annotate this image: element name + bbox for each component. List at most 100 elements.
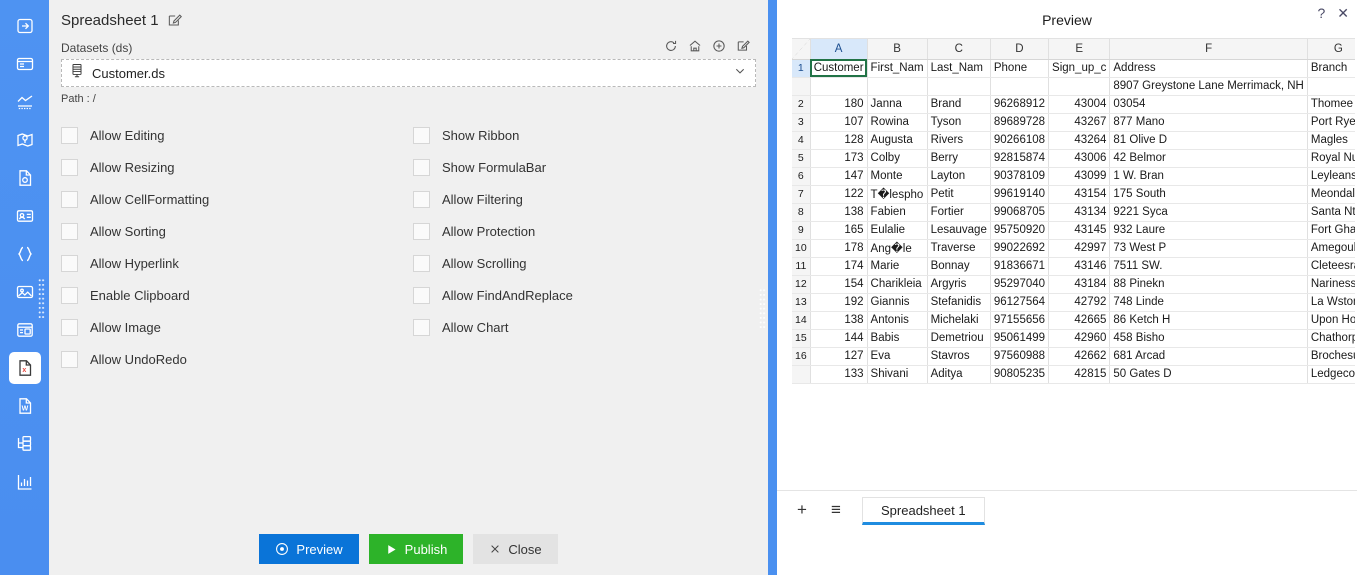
checkbox-allow-hyperlink[interactable] bbox=[61, 254, 78, 272]
column-header-c[interactable]: C bbox=[927, 39, 991, 60]
table-row[interactable]: 10 178 Ang�le Traverse 99022692 42997 73 West … bbox=[792, 239, 1355, 258]
cell-e5[interactable]: 43006 bbox=[1048, 149, 1111, 168]
row-header[interactable]: 11 bbox=[792, 257, 811, 276]
spreadsheet-grid[interactable]: A B C D E F G H I 1 bbox=[792, 38, 1355, 490]
option-show-formulabar[interactable]: Show FormulaBar bbox=[413, 151, 765, 183]
cell-g13[interactable]: La Wstonc bbox=[1307, 293, 1355, 312]
sidebar-item-dashboard-icon[interactable] bbox=[9, 48, 41, 80]
select-all-corner[interactable] bbox=[792, 39, 811, 60]
checkbox-enable-clipboard[interactable] bbox=[61, 286, 78, 304]
cell-e17[interactable]: 42815 bbox=[1048, 365, 1111, 384]
cell-c3[interactable]: Tyson bbox=[927, 113, 991, 132]
cell-d2[interactable]: 96268912 bbox=[990, 95, 1050, 114]
refresh-icon[interactable] bbox=[664, 39, 678, 53]
preview-button[interactable]: Preview bbox=[259, 534, 359, 564]
cell-a-tall[interactable] bbox=[810, 77, 868, 96]
option-allow-editing[interactable]: Allow Editing bbox=[61, 119, 413, 151]
publish-button[interactable]: Publish bbox=[368, 534, 464, 564]
table-row[interactable]: 1 Customer First_Nam Last_Nam Phone Sign… bbox=[792, 59, 1355, 78]
cell-e10[interactable]: 42997 bbox=[1048, 239, 1111, 258]
cell-g3[interactable]: Port Ryeli bbox=[1307, 113, 1355, 132]
cell-f1[interactable]: Address bbox=[1109, 59, 1308, 78]
cell-g12[interactable]: Narinessh bbox=[1307, 275, 1355, 294]
sidebar-item-card-icon[interactable] bbox=[9, 200, 41, 232]
option-allow-hyperlink[interactable]: Allow Hyperlink bbox=[61, 247, 413, 279]
column-header-d[interactable]: D bbox=[990, 39, 1050, 60]
cell-f9[interactable]: 932 Laure bbox=[1109, 221, 1308, 240]
row-header[interactable]: 5 bbox=[792, 149, 811, 168]
cell-c-tall[interactable] bbox=[927, 77, 991, 96]
option-enable-clipboard[interactable]: Enable Clipboard bbox=[61, 279, 413, 311]
cell-g11[interactable]: Cleteesrac bbox=[1307, 257, 1355, 276]
cell-d7[interactable]: 99619140 bbox=[990, 185, 1050, 204]
cell-a5[interactable]: 173 bbox=[810, 149, 868, 168]
row-header[interactable]: 10 bbox=[792, 239, 811, 258]
table-row[interactable]: 8907 Greystone Lane Merrimack, NH bbox=[792, 77, 1355, 96]
cell-c12[interactable]: Argyris bbox=[927, 275, 991, 294]
cell-c14[interactable]: Michelaki bbox=[927, 311, 991, 330]
cell-c6[interactable]: Layton bbox=[927, 167, 991, 186]
cell-e1[interactable]: Sign_up_c bbox=[1048, 59, 1111, 78]
edit-dataset-icon[interactable] bbox=[736, 39, 750, 53]
cell-a4[interactable]: 128 bbox=[810, 131, 868, 150]
sidebar-item-word-icon[interactable]: W bbox=[9, 390, 41, 422]
cell-b4[interactable]: Augusta bbox=[867, 131, 928, 150]
table-row[interactable]: 16 127 Eva Stavros 97560988 42662 681 Arcad Bro… bbox=[792, 347, 1355, 366]
row-header[interactable]: 16 bbox=[792, 347, 811, 366]
cell-d6[interactable]: 90378109 bbox=[990, 167, 1050, 186]
cell-d4[interactable]: 90266108 bbox=[990, 131, 1050, 150]
cell-c16[interactable]: Stavros bbox=[927, 347, 991, 366]
column-header-e[interactable]: E bbox=[1048, 39, 1111, 60]
cell-f13[interactable]: 748 Linde bbox=[1109, 293, 1308, 312]
sidebar-item-widget-icon[interactable] bbox=[9, 314, 41, 346]
cell-a17[interactable]: 133 bbox=[810, 365, 868, 384]
cell-f4[interactable]: 81 Olive D bbox=[1109, 131, 1308, 150]
cell-d-tall[interactable] bbox=[990, 77, 1050, 96]
checkbox-allow-findandreplace[interactable] bbox=[413, 286, 430, 304]
cell-a6[interactable]: 147 bbox=[810, 167, 868, 186]
add-icon[interactable] bbox=[712, 39, 726, 53]
cell-f10[interactable]: 73 West P bbox=[1109, 239, 1308, 258]
cell-f7[interactable]: 175 South bbox=[1109, 185, 1308, 204]
cell-a2[interactable]: 180 bbox=[810, 95, 868, 114]
chevron-down-icon[interactable] bbox=[733, 64, 747, 83]
cell-b-tall[interactable] bbox=[867, 77, 928, 96]
table-row[interactable]: 14 138 Antonis Michelaki 97155656 42665 86 Ket… bbox=[792, 311, 1355, 330]
cell-a10[interactable]: 178 bbox=[810, 239, 868, 258]
cell-c2[interactable]: Brand bbox=[927, 95, 991, 114]
checkbox-allow-chart[interactable] bbox=[413, 318, 430, 336]
cell-b3[interactable]: Rowina bbox=[867, 113, 928, 132]
row-header[interactable]: 14 bbox=[792, 311, 811, 330]
cell-a16[interactable]: 127 bbox=[810, 347, 868, 366]
sidebar-item-chart-icon[interactable] bbox=[9, 86, 41, 118]
cell-e12[interactable]: 43184 bbox=[1048, 275, 1111, 294]
help-icon[interactable]: ? bbox=[1317, 6, 1325, 20]
cell-d10[interactable]: 99022692 bbox=[990, 239, 1050, 258]
row-header[interactable]: 6 bbox=[792, 167, 811, 186]
checkbox-show-ribbon[interactable] bbox=[413, 126, 430, 144]
sidebar-item-image-icon[interactable] bbox=[9, 276, 41, 308]
cell-d13[interactable]: 96127564 bbox=[990, 293, 1050, 312]
cell-g9[interactable]: Fort Ghan bbox=[1307, 221, 1355, 240]
dataset-select[interactable]: Customer.ds bbox=[61, 59, 756, 87]
cell-e11[interactable]: 43146 bbox=[1048, 257, 1111, 276]
table-row[interactable]: 13 192 Giannis Stefanidis 96127564 42792 748 L… bbox=[792, 293, 1355, 312]
row-header[interactable]: 9 bbox=[792, 221, 811, 240]
cell-c1[interactable]: Last_Nam bbox=[927, 59, 991, 78]
checkbox-allow-filtering[interactable] bbox=[413, 190, 430, 208]
cell-b5[interactable]: Colby bbox=[867, 149, 928, 168]
cell-g1[interactable]: Branch bbox=[1307, 59, 1355, 78]
table-row[interactable]: 6 147 Monte Layton 90378109 43099 1 W. Bran Ley… bbox=[792, 167, 1355, 186]
option-allow-filtering[interactable]: Allow Filtering bbox=[413, 183, 765, 215]
sidebar-item-document-icon[interactable] bbox=[9, 162, 41, 194]
row-header[interactable]: 13 bbox=[792, 293, 811, 312]
cell-a13[interactable]: 192 bbox=[810, 293, 868, 312]
cell-d5[interactable]: 92815874 bbox=[990, 149, 1050, 168]
cell-b7[interactable]: T�lespho bbox=[867, 185, 928, 204]
cell-a12[interactable]: 154 bbox=[810, 275, 868, 294]
option-allow-scrolling[interactable]: Allow Scrolling bbox=[413, 247, 765, 279]
option-allow-protection[interactable]: Allow Protection bbox=[413, 215, 765, 247]
cell-d16[interactable]: 97560988 bbox=[990, 347, 1050, 366]
checkbox-allow-sorting[interactable] bbox=[61, 222, 78, 240]
row-header[interactable] bbox=[792, 77, 811, 96]
